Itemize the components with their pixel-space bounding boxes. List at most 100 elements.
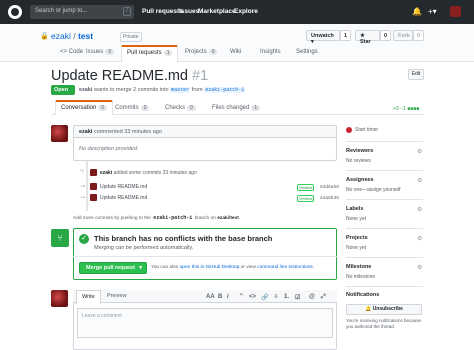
desktop-link[interactable]: open this in GitHub Desktop: [180, 265, 240, 270]
commit-icon: ⊸: [80, 195, 86, 201]
divider: [346, 141, 423, 142]
pr-meta: ezaki wants to merge 2 commits into mast…: [79, 87, 246, 93]
nav-marketplace[interactable]: Marketplace: [198, 8, 236, 15]
fork-count[interactable]: 0: [413, 30, 425, 41]
verified-badge[interactable]: Verified: [297, 195, 315, 202]
base-branch: master: [170, 87, 191, 93]
tab-issues[interactable]: Issues 0: [86, 49, 115, 62]
private-label: Private: [120, 32, 142, 42]
italic-icon[interactable]: i: [227, 294, 229, 300]
merge-hint-end: .: [312, 265, 315, 270]
tab-pull-requests[interactable]: Pull requests 1: [121, 45, 179, 62]
milestone-heading[interactable]: Milestone: [346, 264, 371, 270]
tab-issues-label: Issues: [86, 49, 104, 55]
link-icon[interactable]: 🔗: [261, 294, 268, 301]
tab-checks[interactable]: Checks 0: [165, 105, 196, 111]
avatar[interactable]: [51, 125, 68, 142]
cli-link[interactable]: command line instructions: [257, 265, 312, 270]
commit-message[interactable]: Update README.md: [100, 184, 147, 190]
pr-author[interactable]: ezaki: [79, 87, 92, 93]
push-hint: Add more commits by pushing to the ezaki…: [73, 215, 240, 221]
unwatch-button[interactable]: Unwatch ▾: [306, 30, 340, 45]
projects-value: None yet: [346, 245, 367, 251]
task-list-icon[interactable]: ☑: [295, 294, 300, 301]
commits-label: Commits: [115, 105, 139, 111]
commit-sha[interactable]: 84d6a56: [320, 185, 339, 190]
search-input[interactable]: Search or jump to... /: [30, 5, 134, 19]
slash-key-hint: /: [123, 7, 131, 16]
tab-preview[interactable]: Preview: [107, 293, 127, 299]
plus-icon[interactable]: +▾: [428, 7, 437, 16]
comment-time: commented 33 minutes ago: [94, 129, 162, 135]
nav-issues[interactable]: Issues: [179, 8, 199, 15]
nav-pull-requests[interactable]: Pull requests: [142, 8, 183, 15]
gear-icon[interactable]: ⚙: [417, 235, 422, 242]
repo-name[interactable]: test: [78, 31, 93, 41]
tab-write[interactable]: Write: [76, 290, 101, 304]
labels-heading[interactable]: Labels: [346, 206, 363, 212]
chevron-down-icon[interactable]: ▾: [139, 265, 142, 271]
gear-icon[interactable]: ⚙: [417, 148, 422, 155]
bold-icon[interactable]: B: [218, 294, 222, 300]
tab-pr-label: Pull requests: [127, 50, 162, 56]
assignees-value[interactable]: No one—assign yourself: [346, 187, 400, 193]
unsubscribe-button[interactable]: 🔔 Unsubscribe: [346, 304, 422, 315]
quote-icon[interactable]: ": [240, 294, 243, 300]
event-author[interactable]: ezaki: [100, 170, 112, 176]
tab-projects[interactable]: Projects 0: [185, 49, 218, 62]
avatar[interactable]: [90, 169, 97, 176]
labels-value: None yet: [346, 216, 367, 222]
tab-conversation[interactable]: Conversation 0: [55, 100, 114, 115]
mention-icon[interactable]: @: [309, 294, 315, 300]
projects-heading[interactable]: Projects: [346, 235, 368, 241]
merge-button[interactable]: Merge pull request ▾: [79, 262, 147, 274]
tab-code[interactable]: <> Code: [60, 49, 83, 62]
tab-commits[interactable]: Commits 2: [115, 105, 150, 111]
star-button[interactable]: ★ Star: [355, 30, 380, 45]
assignees-heading[interactable]: Assignees: [346, 177, 374, 183]
repo-owner[interactable]: ezaki: [51, 31, 71, 41]
ordered-list-icon[interactable]: 1.: [284, 294, 289, 300]
github-logo-icon[interactable]: [8, 5, 22, 19]
gear-icon[interactable]: ⚙: [417, 264, 422, 271]
user-avatar[interactable]: [450, 6, 461, 17]
files-count: 1: [251, 105, 261, 111]
event-text: added some commits 33 minutes ago: [113, 170, 197, 176]
nav-explore[interactable]: Explore: [234, 8, 258, 15]
tab-settings[interactable]: Settings: [296, 49, 318, 62]
head-branch: ezaki-patch-1: [204, 87, 246, 93]
reference-icon[interactable]: ⤢: [321, 294, 326, 301]
repo-sep: /: [73, 31, 76, 41]
divider: [346, 170, 423, 171]
comment-author[interactable]: ezaki: [79, 129, 92, 135]
edit-button[interactable]: Edit: [408, 69, 424, 80]
push-hint-pre: Add more commits by pushing to the: [73, 216, 151, 221]
gear-icon[interactable]: ⚙: [417, 206, 422, 213]
comment-textarea[interactable]: Leave a comment: [77, 308, 333, 338]
files-label: Files changed: [212, 105, 250, 111]
tab-insights[interactable]: Insights: [260, 49, 281, 62]
fork-button[interactable]: Fork: [393, 30, 413, 41]
commit-sha[interactable]: a4a6b36: [320, 196, 339, 201]
merge-subtitle: Merging can be performed automatically.: [94, 245, 194, 251]
verified-badge[interactable]: Verified: [297, 184, 315, 191]
reviewers-heading[interactable]: Reviewers: [346, 148, 373, 154]
list-icon[interactable]: ≡: [274, 294, 278, 300]
star-count[interactable]: 0: [380, 30, 392, 41]
tab-wiki[interactable]: Wiki: [230, 49, 241, 62]
divider: [346, 199, 423, 200]
gear-icon[interactable]: ⚙: [417, 177, 422, 184]
code-icon[interactable]: <>: [249, 294, 256, 300]
pr-title: Update README.md #1: [51, 68, 208, 84]
commit-message[interactable]: Update README.md: [100, 195, 147, 201]
tab-files-changed[interactable]: Files changed 1: [212, 105, 261, 111]
pr-count: 1: [163, 50, 173, 56]
merge-hint: You can also open this in GitHub Desktop…: [151, 265, 314, 270]
header-icon[interactable]: AA: [206, 294, 215, 300]
avatar: [90, 194, 97, 201]
start-timer[interactable]: Start timer: [355, 127, 378, 133]
divider: [346, 228, 423, 229]
watch-count[interactable]: 1: [340, 30, 352, 41]
merge-hint-pre: You can also: [151, 265, 179, 270]
bell-icon[interactable]: 🔔: [412, 7, 422, 16]
